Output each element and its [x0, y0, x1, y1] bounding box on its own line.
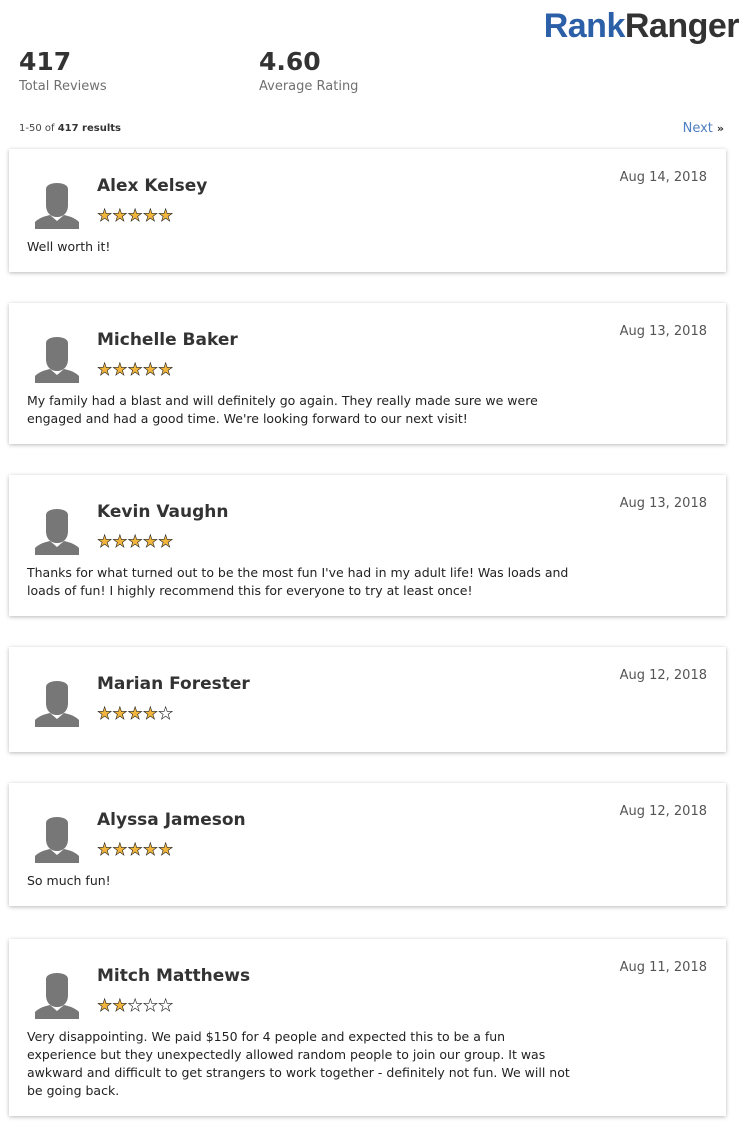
- star-icon: ★: [97, 840, 113, 860]
- empty-star-icon: ★: [158, 704, 174, 724]
- results-total: 417 results: [57, 123, 122, 134]
- reviewer-name: Michelle Baker: [97, 330, 238, 350]
- total-reviews-stat: 417 Total Reviews: [19, 46, 107, 94]
- review-card: Alyssa Jameson Aug 12, 2018 ★★★★★ So muc…: [9, 783, 726, 906]
- star-rating: ★★★★★: [97, 206, 174, 226]
- user-avatar-icon: [35, 337, 79, 383]
- empty-star-icon: ★: [158, 996, 174, 1016]
- star-icon: ★: [97, 704, 113, 724]
- star-icon: ★: [127, 206, 143, 226]
- star-icon: ★: [142, 704, 158, 724]
- star-rating: ★★★★★: [97, 996, 174, 1016]
- star-icon: ★: [142, 532, 158, 552]
- star-icon: ★: [112, 206, 128, 226]
- average-rating-stat: 4.60 Average Rating: [259, 46, 358, 94]
- user-avatar-icon: [35, 681, 79, 727]
- star-rating: ★★★★★: [97, 840, 174, 860]
- star-icon: ★: [112, 996, 128, 1016]
- reviewer-name: Mitch Matthews: [97, 966, 251, 986]
- reviewer-name: Alex Kelsey: [97, 176, 208, 196]
- review-date: Aug 14, 2018: [619, 170, 707, 185]
- logo-ranger-text: Ranger: [624, 7, 740, 45]
- star-rating: ★★★★★: [97, 532, 174, 552]
- average-rating-label: Average Rating: [259, 79, 359, 94]
- double-chevron-right-icon: »: [716, 122, 724, 135]
- reviewer-name: Kevin Vaughn: [97, 502, 229, 522]
- review-date: Aug 11, 2018: [619, 960, 707, 975]
- star-icon: ★: [97, 532, 113, 552]
- star-icon: ★: [97, 206, 113, 226]
- user-avatar-icon: [35, 183, 79, 229]
- total-reviews-value: 417: [19, 47, 72, 76]
- review-card: Kevin Vaughn Aug 13, 2018 ★★★★★ Thanks f…: [9, 475, 726, 616]
- star-icon: ★: [142, 840, 158, 860]
- next-page-button[interactable]: Next »: [682, 121, 724, 136]
- review-card: Marian Forester Aug 12, 2018 ★★★★★: [9, 647, 726, 752]
- review-card: Alex Kelsey Aug 14, 2018 ★★★★★ Well wort…: [9, 149, 726, 272]
- star-icon: ★: [97, 360, 113, 380]
- star-icon: ★: [112, 360, 128, 380]
- review-card: Michelle Baker Aug 13, 2018 ★★★★★ My fam…: [9, 303, 726, 444]
- star-icon: ★: [127, 704, 143, 724]
- next-label: Next: [682, 121, 713, 136]
- review-card: Mitch Matthews Aug 11, 2018 ★★★★★ Very d…: [9, 939, 726, 1116]
- user-avatar-icon: [35, 973, 79, 1019]
- reviewer-name: Alyssa Jameson: [97, 810, 246, 830]
- star-icon: ★: [112, 840, 128, 860]
- star-icon: ★: [127, 360, 143, 380]
- review-text: Very disappointing. We paid $150 for 4 p…: [27, 1029, 570, 1098]
- review-date: Aug 12, 2018: [619, 668, 707, 683]
- review-text: My family had a blast and will definitel…: [27, 393, 538, 426]
- results-count: 1-50 of 417 results: [19, 123, 121, 134]
- star-icon: ★: [112, 532, 128, 552]
- star-icon: ★: [158, 360, 174, 380]
- total-reviews-label: Total Reviews: [19, 79, 107, 94]
- rankranger-logo: RankRanger: [543, 6, 740, 46]
- star-icon: ★: [142, 360, 158, 380]
- review-date: Aug 13, 2018: [619, 324, 707, 339]
- average-rating-value: 4.60: [259, 47, 321, 76]
- star-icon: ★: [158, 840, 174, 860]
- review-date: Aug 13, 2018: [619, 496, 707, 511]
- review-text: So much fun!: [27, 873, 111, 888]
- star-rating: ★★★★★: [97, 360, 174, 380]
- results-range: 1-50 of: [19, 123, 55, 134]
- star-icon: ★: [97, 996, 113, 1016]
- logo-rank-text: Rank: [543, 7, 626, 45]
- review-text: Well worth it!: [27, 239, 111, 254]
- empty-star-icon: ★: [142, 996, 158, 1016]
- reviewer-name: Marian Forester: [97, 674, 250, 694]
- star-icon: ★: [127, 840, 143, 860]
- user-avatar-icon: [35, 509, 79, 555]
- star-icon: ★: [142, 206, 158, 226]
- empty-star-icon: ★: [127, 996, 143, 1016]
- star-icon: ★: [127, 532, 143, 552]
- star-icon: ★: [112, 704, 128, 724]
- user-avatar-icon: [35, 817, 79, 863]
- review-text: Thanks for what turned out to be the mos…: [27, 565, 569, 598]
- review-date: Aug 12, 2018: [619, 804, 707, 819]
- star-icon: ★: [158, 532, 174, 552]
- star-icon: ★: [158, 206, 174, 226]
- star-rating: ★★★★★: [97, 704, 174, 724]
